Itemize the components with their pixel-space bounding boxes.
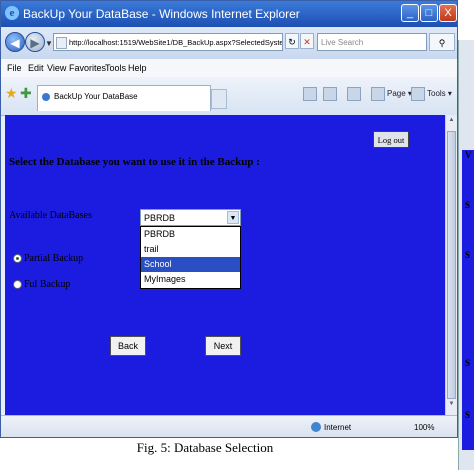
partial-backup-radio[interactable]: Partial Backup	[13, 253, 83, 264]
dropdown-option-highlighted[interactable]: School	[141, 257, 240, 272]
title-bar: e BackUp Your DataBase - Windows Interne…	[1, 1, 457, 27]
bg-letter: S	[465, 250, 471, 260]
menu-favorites[interactable]: Favorites	[69, 63, 106, 73]
status-bar: Internet 100%	[1, 415, 457, 437]
chevron-down-icon[interactable]: ▼	[227, 211, 239, 224]
security-zone: Internet	[324, 423, 352, 432]
zoom-level[interactable]: 100%	[414, 423, 434, 432]
partial-backup-label: Partial Backup	[24, 253, 84, 264]
page-menu-button[interactable]: Page ▾	[371, 87, 412, 101]
bg-letter: S	[465, 200, 471, 210]
full-backup-label: Ful Backup	[24, 279, 71, 290]
database-select-value: PBRDB	[144, 213, 176, 223]
menu-file[interactable]: File	[7, 63, 22, 73]
ie-logo-icon: e	[5, 6, 19, 20]
menu-tools[interactable]: Tools	[105, 63, 126, 73]
dropdown-option[interactable]: PBRDB	[141, 227, 240, 242]
forward-nav-button[interactable]: ▶	[25, 32, 45, 52]
search-input[interactable]: Live Search	[317, 33, 427, 51]
tab-backup-database[interactable]: BackUp Your DataBase	[37, 85, 211, 111]
page-menu-label: Page	[387, 89, 406, 99]
bg-letter: S	[465, 358, 471, 368]
back-nav-button[interactable]: ◀	[5, 32, 25, 52]
page-heading: Select the Database you want to use it i…	[9, 156, 260, 168]
scroll-thumb[interactable]	[447, 131, 456, 399]
tools-menu-label: Tools	[427, 89, 446, 99]
address-row: ◀ ▶ ▼ http://localhost:1519/WebSite1/DB_…	[1, 27, 457, 59]
address-url: http://localhost:1519/WebSite1/DB_BackUp…	[69, 38, 282, 47]
page-content: Log out Select the Database you want to …	[5, 115, 445, 415]
bg-letter: V	[465, 150, 472, 160]
scroll-down-icon[interactable]: ▼	[447, 401, 456, 413]
background-window-content	[462, 150, 474, 450]
bg-letter: S	[465, 410, 471, 420]
command-row: ★ ✚ BackUp Your DataBase Page ▾ Tools ▾	[1, 77, 457, 116]
feeds-icon[interactable]	[323, 87, 339, 101]
tools-menu-button[interactable]: Tools ▾	[411, 87, 452, 101]
tab-page-icon	[42, 93, 50, 101]
new-tab-button[interactable]	[211, 89, 227, 109]
address-input[interactable]: http://localhost:1519/WebSite1/DB_BackUp…	[53, 33, 283, 51]
window-title: BackUp Your DataBase - Windows Internet …	[23, 7, 300, 21]
globe-icon	[311, 422, 321, 432]
minimize-button[interactable]: _	[401, 4, 419, 22]
full-backup-radio[interactable]: Ful Backup	[13, 279, 70, 290]
menu-bar: File Edit View Favorites Tools Help	[1, 59, 457, 78]
favorites-star-icon[interactable]: ★	[5, 85, 18, 102]
menu-view[interactable]: View	[47, 63, 66, 73]
logout-button[interactable]: Log out	[373, 131, 409, 148]
home-icon[interactable]	[303, 87, 319, 101]
stop-icon[interactable]: ✕	[300, 33, 314, 49]
next-button[interactable]: Next	[205, 336, 241, 356]
scroll-up-icon[interactable]: ▲	[447, 117, 456, 129]
search-button[interactable]: ⚲	[429, 33, 455, 51]
available-databases-label: Available DataBases	[9, 210, 92, 221]
maximize-button[interactable]: □	[420, 4, 438, 22]
browser-window: e BackUp Your DataBase - Windows Interne…	[0, 0, 458, 438]
radio-dot[interactable]	[13, 280, 22, 290]
tab-title: BackUp Your DataBase	[54, 92, 138, 101]
dropdown-option[interactable]: MyImages	[141, 272, 240, 287]
history-dropdown-icon[interactable]: ▼	[45, 39, 53, 48]
database-select[interactable]: PBRDB ▼	[140, 209, 241, 226]
background-window: V S S S S	[458, 40, 474, 470]
radio-dot[interactable]	[13, 254, 22, 264]
close-button[interactable]: X	[439, 4, 457, 22]
print-icon[interactable]	[347, 87, 363, 101]
menu-edit[interactable]: Edit	[28, 63, 44, 73]
back-button[interactable]: Back	[110, 336, 146, 356]
menu-help[interactable]: Help	[128, 63, 147, 73]
database-dropdown-list: PBRDB trail School MyImages	[140, 226, 241, 289]
figure-caption: Fig. 5: Database Selection	[136, 440, 274, 455]
refresh-icon[interactable]: ↻	[285, 33, 299, 49]
dropdown-option[interactable]: trail	[141, 242, 240, 257]
page-icon	[56, 37, 67, 50]
vertical-scrollbar[interactable]: ▲ ▼	[445, 115, 457, 415]
add-favorite-icon[interactable]: ✚	[20, 85, 32, 102]
